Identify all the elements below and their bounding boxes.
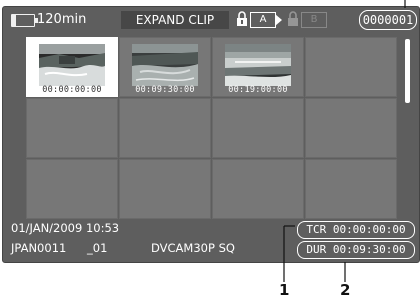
callout-2: 2 [340, 281, 351, 299]
callout-lines [283, 0, 406, 282]
callout-1: 1 [279, 281, 290, 299]
